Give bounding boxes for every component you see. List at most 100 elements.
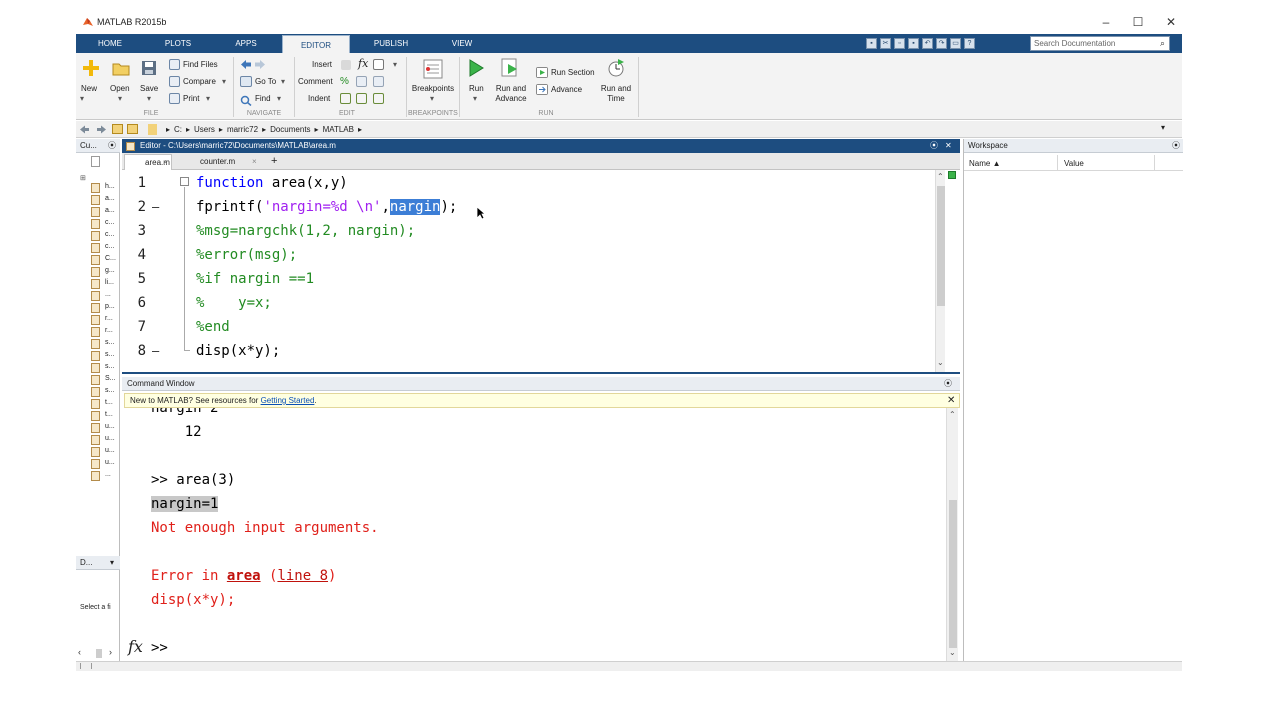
file-list-item[interactable]: t... [105,411,113,418]
code-editor[interactable]: 1 function area(x,y) 2 — fprintf('nargin=%d … [122,170,960,374]
getting-started-link[interactable]: Getting Started [261,396,315,405]
run-and-advance-line1[interactable]: Run and [492,84,530,93]
compare-button[interactable]: Compare [183,77,216,86]
file-list-item[interactable]: s... [105,351,114,358]
file-list-item[interactable]: C... [105,255,116,262]
code-analyzer-status-icon[interactable] [948,171,956,179]
breadcrumb-item[interactable]: Users [194,125,215,134]
file-list-item[interactable]: r... [105,327,113,334]
save-button[interactable]: Save [140,84,158,93]
tab-plots[interactable]: PLOTS [152,34,204,53]
breadcrumb-item[interactable]: Documents [270,125,310,134]
find-dropdown-icon[interactable]: ▾ [277,94,281,103]
editor-vertical-scrollbar[interactable]: ⌃ ⌄ [935,170,945,372]
file-list-item[interactable]: li... [105,279,114,286]
new-dropdown-icon[interactable]: ▾ [80,94,84,103]
file-list-item[interactable]: h... [105,183,115,190]
file-list-item[interactable]: u... [105,447,115,454]
error-line-link[interactable]: line 8 [277,568,328,584]
run-and-time-icon[interactable] [607,58,625,78]
file-list-item[interactable]: u... [105,459,115,466]
new-tab-button[interactable]: + [266,154,284,170]
minimize-button[interactable]: – [1096,13,1116,31]
scroll-right-icon[interactable]: › [109,647,112,657]
browse-folder-icon[interactable] [127,124,138,134]
scroll-up-icon[interactable]: ⌃ [949,410,956,419]
breadcrumb-item[interactable]: marric72 [227,125,258,134]
open-folder-icon[interactable] [112,61,130,76]
command-window-actions-icon[interactable]: ⦿ [944,377,952,391]
banner-close-icon[interactable]: ✕ [947,394,955,407]
breakpoint-marker[interactable]: — [152,200,159,214]
file-list-item[interactable]: S... [105,375,116,382]
decrease-indent-icon[interactable] [373,93,384,104]
command-window[interactable]: nargin 2 12 >> area(3) nargin=1 Not enou… [122,408,960,661]
breakpoint-marker[interactable]: — [152,344,159,358]
editor-scroll-thumb[interactable] [937,186,945,306]
code-line[interactable]: fprintf('nargin=%d \n',nargin); [196,199,457,215]
code-line[interactable]: disp(x*y); [196,343,280,359]
run-and-time-line1[interactable]: Run and [597,84,635,93]
file-list-item[interactable]: s... [105,387,114,394]
run-section-button[interactable]: Run Section [551,68,595,77]
advance-button[interactable]: Advance [551,85,582,94]
new-button[interactable]: New [81,84,97,93]
back-forward-icon[interactable] [79,125,107,134]
save-disk-icon[interactable] [141,60,157,76]
open-button[interactable]: Open [110,84,130,93]
command-vertical-scrollbar[interactable]: ⌃ ⌄ [946,408,958,661]
file-list-item[interactable]: ... [105,471,111,478]
fold-toggle-icon[interactable] [180,177,189,186]
find-files-button[interactable]: Find Files [183,60,218,69]
quick-paste-icon[interactable]: ▪ [908,38,919,49]
close-button[interactable]: ✕ [1161,13,1181,31]
file-list-item[interactable]: c... [105,231,114,238]
tab-view[interactable]: VIEW [436,34,488,53]
run-and-time-line2[interactable]: Time [597,94,635,103]
run-button[interactable]: Run [469,84,484,93]
quick-copy-icon[interactable]: ▫ [894,38,905,49]
comment-percent-icon[interactable]: % [340,76,349,87]
file-list-item[interactable]: s... [105,363,114,370]
go-to-dropdown-icon[interactable]: ▾ [281,77,285,86]
quick-redo-icon[interactable]: ↷ [936,38,947,49]
insert-dropdown-icon[interactable]: ▾ [393,60,397,69]
file-list-item[interactable]: u... [105,435,115,442]
code-line[interactable]: %end [196,319,230,335]
workspace-actions-icon[interactable]: ⦿ [1172,139,1180,153]
insert-button[interactable]: Insert [312,60,332,69]
scroll-left-icon[interactable]: ‹ [78,647,81,657]
tab-close-icon[interactable]: × [252,154,257,169]
run-and-advance-icon[interactable] [500,58,520,78]
tab-home[interactable]: HOME [86,34,134,53]
file-list-item[interactable]: c... [105,219,114,226]
tab-publish[interactable]: PUBLISH [360,34,422,53]
print-button[interactable]: Print [183,94,199,103]
run-and-advance-line2[interactable]: Advance [492,94,530,103]
code-line[interactable]: %if nargin ==1 [196,271,314,287]
breadcrumb-item[interactable]: MATLAB [323,125,354,134]
run-play-icon[interactable] [468,59,484,77]
function-browser-icon[interactable]: fx [128,637,143,656]
command-prompt[interactable]: >> [151,640,168,656]
file-list-item[interactable]: s... [105,339,114,346]
quick-help-icon[interactable]: ? [964,38,975,49]
new-plus-icon[interactable] [82,59,100,77]
tab-area-m[interactable]: area.m × [124,154,172,170]
file-list-item[interactable]: r... [105,315,113,322]
compare-dropdown-icon[interactable]: ▾ [222,77,226,86]
maximize-button[interactable]: ☐ [1128,13,1148,31]
breadcrumb-item[interactable]: C: [174,125,182,134]
file-list-item[interactable]: a... [105,207,115,214]
comment-button[interactable]: Comment [298,77,333,86]
column-name-header[interactable]: Name ▲ [969,159,1000,168]
increase-indent-icon[interactable] [356,93,367,104]
panel-actions-icon[interactable]: ⦿ [108,139,116,153]
tab-editor[interactable]: EDITOR [282,35,350,53]
quick-save-icon[interactable]: ▪ [866,38,877,49]
open-dropdown-icon[interactable]: ▾ [118,94,122,103]
code-line[interactable]: %msg=nargchk(1,2, nargin); [196,223,415,239]
error-function-link[interactable]: area [227,568,261,584]
editor-actions-icon[interactable]: ⦿ [930,139,938,153]
indent-button[interactable]: Indent [308,94,330,103]
